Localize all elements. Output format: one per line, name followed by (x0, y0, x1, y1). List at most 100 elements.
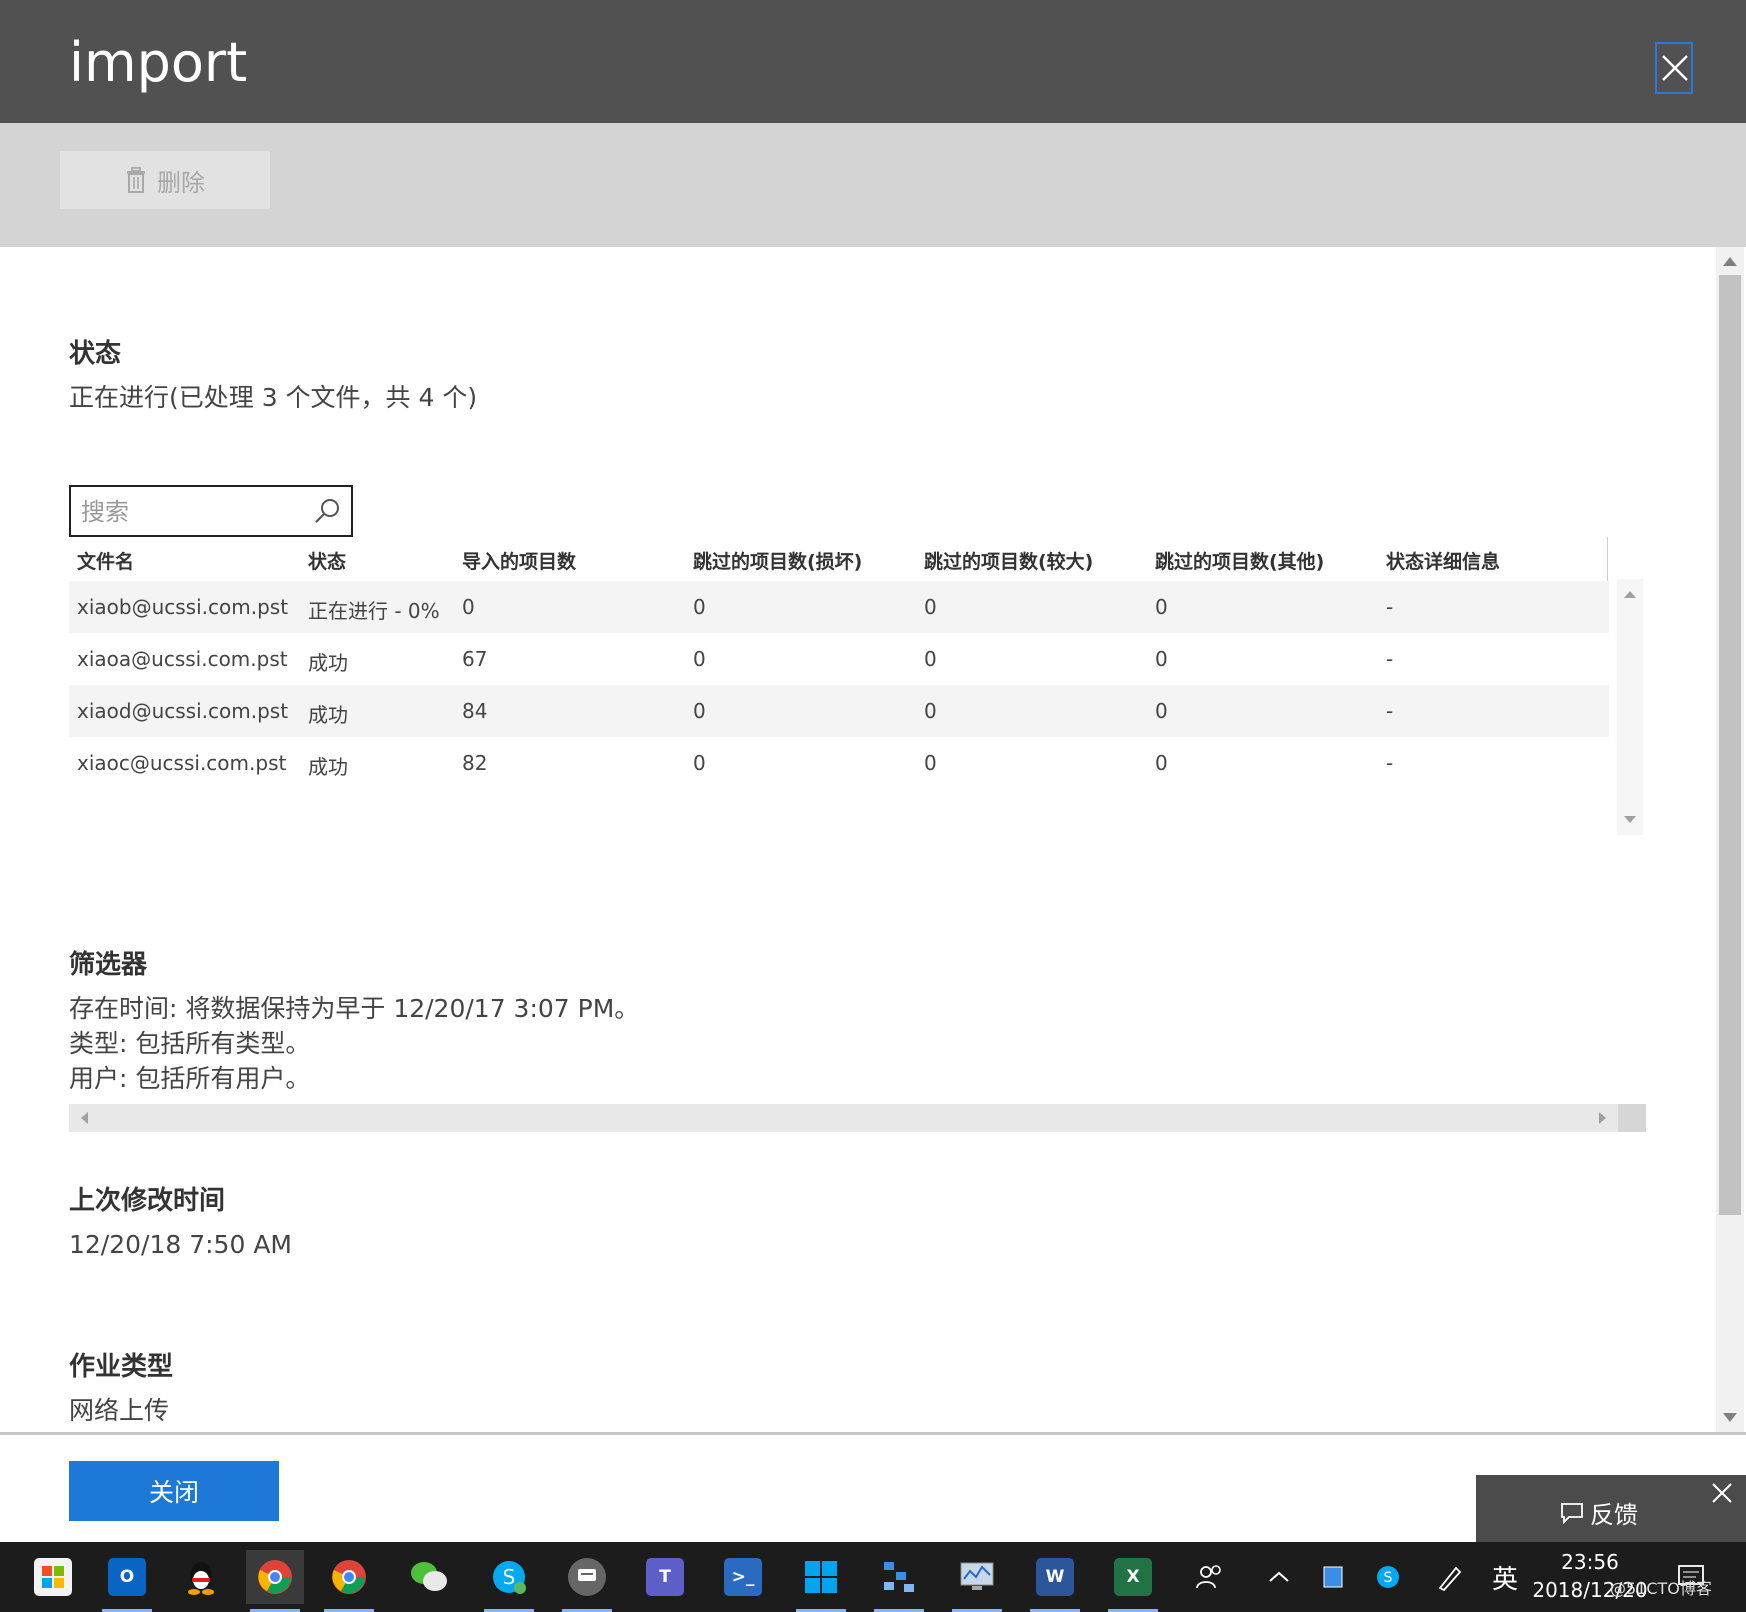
svg-text:S: S (1384, 1570, 1393, 1586)
windows-app-icon[interactable] (792, 1550, 850, 1612)
search-input[interactable] (79, 489, 303, 535)
table-row[interactable]: xiaoa@ucssi.com.pst 成功 67 0 0 0 - (69, 633, 1609, 685)
cell-status: 成功 (308, 651, 348, 675)
cell-skipped-corrupt: 0 (693, 595, 706, 619)
chrome-app-icon[interactable] (246, 1550, 304, 1612)
tablet-icon[interactable] (1320, 1542, 1346, 1612)
page-title: import (69, 31, 248, 94)
trash-icon (127, 167, 145, 193)
wechat-app-icon[interactable] (400, 1550, 458, 1604)
table-row[interactable]: xiaod@ucssi.com.pst 成功 84 0 0 0 - (69, 685, 1609, 737)
watermark: @51CTO博客 (1610, 1579, 1712, 1598)
scroll-right-arrow-icon[interactable] (1592, 1104, 1612, 1132)
search-icon[interactable] (313, 497, 341, 525)
people-icon[interactable] (1194, 1542, 1224, 1612)
teams-app-icon[interactable]: T (636, 1550, 694, 1604)
status-text: 正在进行(已处理 3 个文件，共 4 个) (69, 383, 478, 412)
cell-detail: - (1386, 751, 1394, 775)
cell-skipped-large: 0 (924, 751, 937, 775)
word-app-icon[interactable]: W (1026, 1550, 1084, 1612)
svg-text:S: S (503, 1565, 516, 1589)
filter-line-user: 用户: 包括所有用户。 (69, 1064, 311, 1093)
column-header-imported[interactable]: 导入的项目数 (462, 547, 576, 574)
cell-file: xiaoa@ucssi.com.pst (77, 647, 288, 671)
scroll-down-arrow-icon[interactable] (1723, 1413, 1737, 1422)
modified-text: 12/20/18 7:50 AM (69, 1230, 292, 1259)
cell-skipped-corrupt: 0 (693, 647, 706, 671)
cell-skipped-other: 0 (1155, 751, 1168, 775)
filter-line-age: 存在时间: 将数据保持为早于 12/20/17 3:07 PM。 (69, 994, 640, 1023)
messaging-app-icon[interactable] (558, 1550, 616, 1612)
column-header-skipped-corrupt[interactable]: 跳过的项目数(损坏) (693, 547, 862, 574)
files-table: 文件名 状态 导入的项目数 跳过的项目数(损坏) 跳过的项目数(较大) 跳过的项… (69, 537, 1646, 1132)
column-divider (1607, 537, 1608, 581)
table-header: 文件名 状态 导入的项目数 跳过的项目数(损坏) 跳过的项目数(较大) 跳过的项… (69, 537, 1609, 583)
filter-heading: 筛选器 (69, 950, 148, 980)
modified-heading: 上次修改时间 (69, 1186, 226, 1216)
network-tool-app-icon[interactable] (870, 1550, 928, 1612)
cell-skipped-large: 0 (924, 699, 937, 723)
cell-skipped-other: 0 (1155, 647, 1168, 671)
skype-tray-icon[interactable]: S (1374, 1542, 1402, 1612)
scroll-up-arrow-icon[interactable] (1617, 585, 1643, 605)
close-icon (1662, 55, 1688, 81)
filter-line-type: 类型: 包括所有类型。 (69, 1029, 311, 1058)
table-vertical-scrollbar[interactable] (1617, 579, 1643, 835)
command-bar: 删除 (0, 123, 1746, 247)
excel-app-icon[interactable]: X (1104, 1550, 1162, 1612)
scrollbar-thumb[interactable] (1719, 275, 1741, 1215)
chrome-app-icon-2[interactable] (320, 1550, 378, 1612)
search-box (69, 485, 353, 537)
pen-icon[interactable] (1434, 1542, 1464, 1612)
scroll-down-arrow-icon[interactable] (1617, 809, 1643, 829)
details-pane: 状态 正在进行(已处理 3 个文件，共 4 个) 文件名 状态 导入的项目数 跳… (0, 247, 1716, 1432)
skype-app-icon[interactable]: S (480, 1550, 538, 1612)
store-app-icon[interactable] (24, 1550, 82, 1604)
table-row[interactable]: xiaob@ucssi.com.pst 正在进行 - 0% 0 0 0 0 - (69, 581, 1609, 633)
cell-file: xiaob@ucssi.com.pst (77, 595, 289, 619)
cell-skipped-large: 0 (924, 595, 937, 619)
jobtype-heading: 作业类型 (69, 1352, 174, 1382)
monitor-app-icon[interactable] (948, 1550, 1006, 1612)
input-method-indicator[interactable]: 英 (1492, 1542, 1518, 1612)
feedback-button[interactable]: 反馈 (1560, 1495, 1638, 1530)
scroll-up-arrow-icon[interactable] (1723, 257, 1737, 266)
qq-app-icon[interactable] (172, 1550, 230, 1604)
cell-skipped-corrupt: 0 (693, 751, 706, 775)
cell-status: 成功 (308, 755, 348, 779)
table-row[interactable]: xiaoc@ucssi.com.pst 成功 82 0 0 0 - (69, 737, 1609, 789)
outlook-app-icon[interactable]: O (98, 1550, 156, 1612)
table-horizontal-scrollbar[interactable] (69, 1104, 1646, 1132)
cell-skipped-large: 0 (924, 647, 937, 671)
scrollbar-corner (1618, 1104, 1646, 1132)
close-panel-button[interactable] (1655, 42, 1693, 94)
cell-skipped-other: 0 (1155, 699, 1168, 723)
close-icon[interactable] (1710, 1481, 1734, 1505)
column-header-detail[interactable]: 状态详细信息 (1386, 547, 1500, 574)
powershell-app-icon[interactable]: >_ (714, 1550, 772, 1604)
chevron-up-icon[interactable] (1268, 1542, 1290, 1612)
delete-label: 删除 (157, 168, 205, 197)
taskbar: O S T >_ W X S 英 23:56 2018/12/20 (0, 1542, 1746, 1612)
column-header-file[interactable]: 文件名 (77, 547, 134, 574)
cell-status: 成功 (308, 703, 348, 727)
scroll-left-arrow-icon[interactable] (75, 1104, 95, 1132)
column-header-skipped-large[interactable]: 跳过的项目数(较大) (924, 547, 1093, 574)
close-button[interactable]: 关闭 (69, 1461, 279, 1521)
status-heading: 状态 (69, 339, 122, 369)
cell-status: 正在进行 - 0% (308, 599, 440, 623)
cell-file: xiaod@ucssi.com.pst (77, 699, 289, 723)
delete-button[interactable]: 删除 (60, 151, 270, 209)
column-header-status[interactable]: 状态 (308, 547, 346, 574)
cell-imported: 82 (462, 751, 488, 775)
cell-skipped-other: 0 (1155, 595, 1168, 619)
jobtype-text: 网络上传 (69, 1396, 170, 1425)
cell-detail: - (1386, 699, 1394, 723)
cell-imported: 84 (462, 699, 488, 723)
feedback-panel: 反馈 (1476, 1475, 1746, 1542)
title-bar: import (0, 0, 1746, 123)
cell-imported: 0 (462, 595, 475, 619)
column-header-skipped-other[interactable]: 跳过的项目数(其他) (1155, 547, 1324, 574)
cell-skipped-corrupt: 0 (693, 699, 706, 723)
pane-vertical-scrollbar[interactable] (1716, 247, 1744, 1432)
